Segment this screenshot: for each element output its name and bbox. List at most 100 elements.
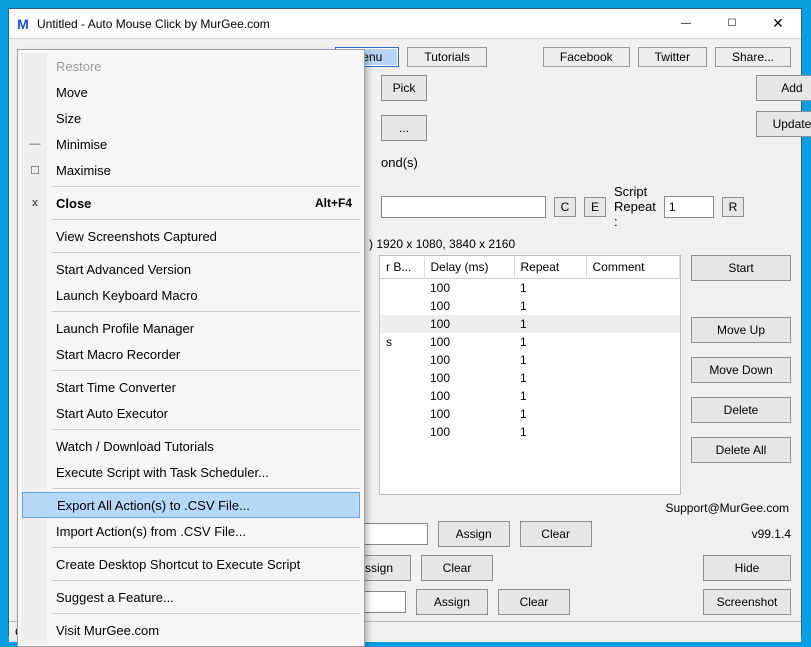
delete-button[interactable]: Delete [691,397,791,423]
table-cell: 100 [424,405,514,423]
hide-button[interactable]: Hide [703,555,791,581]
tab-tutorials[interactable]: Tutorials [407,47,487,67]
menu-item[interactable]: Watch / Download Tutorials [20,433,362,459]
table-row[interactable]: 1001 [380,279,680,298]
script-input[interactable] [381,196,546,218]
assign-button-3[interactable]: Assign [416,589,488,615]
menu-item-label: Execute Script with Task Scheduler... [56,465,269,480]
clear-button-2[interactable]: Clear [421,555,493,581]
table-cell [586,297,680,315]
e-button[interactable]: E [584,197,606,217]
table-cell: 1 [514,297,586,315]
tab-facebook[interactable]: Facebook [543,47,630,67]
column-header[interactable]: Delay (ms) [424,256,514,279]
side-buttons: Start Move Up Move Down Delete Delete Al… [691,255,791,495]
table-cell: 100 [424,333,514,351]
table-cell: 1 [514,315,586,333]
table-row[interactable]: 1001 [380,405,680,423]
system-context-menu[interactable]: RestoreMoveSize—Minimise☐MaximisexCloseA… [17,49,365,647]
menu-separator [52,613,360,614]
table-cell [586,333,680,351]
menu-item-label: Start Advanced Version [56,262,191,277]
move-down-button[interactable]: Move Down [691,357,791,383]
menu-item-hotkey: Alt+F4 [315,196,352,210]
menu-item[interactable]: Execute Script with Task Scheduler... [20,459,362,485]
table-cell [586,423,680,441]
column-header[interactable]: Comment [586,256,680,279]
table-cell: 100 [424,423,514,441]
menu-item[interactable]: Size [20,105,362,131]
menu-item[interactable]: —Minimise [20,131,362,157]
menu-item[interactable]: Start Advanced Version [20,256,362,282]
menu-item[interactable]: Suggest a Feature... [20,584,362,610]
table-cell: 1 [514,423,586,441]
menu-item[interactable]: Launch Profile Manager [20,315,362,341]
screenshot-button[interactable]: Screenshot [703,589,791,615]
table-cell: 1 [514,387,586,405]
menu-separator [52,547,360,548]
table-cell: 1 [514,369,586,387]
table-row[interactable]: 1001 [380,315,680,333]
menu-item[interactable]: Move [20,79,362,105]
assign-button-1[interactable]: Assign [438,521,510,547]
menu-item-label: Export All Action(s) to .CSV File... [57,498,250,513]
menu-item-label: Import Action(s) from .CSV File... [56,524,246,539]
maximize-button[interactable]: ☐ [709,9,755,39]
onds-label: ond(s) [381,155,418,170]
menu-item[interactable]: Import Action(s) from .CSV File... [20,518,362,544]
support-link[interactable]: Support@MurGee.com [665,501,789,515]
menu-item[interactable]: Create Desktop Shortcut to Execute Scrip… [20,551,362,577]
menu-item[interactable]: Start Macro Recorder [20,341,362,367]
menu-item-label: Create Desktop Shortcut to Execute Scrip… [56,557,300,572]
clear-button-1[interactable]: Clear [520,521,592,547]
r-button[interactable]: R [722,197,744,217]
menu-item[interactable]: Visit MurGee.com [20,617,362,643]
table-row[interactable]: 1001 [380,387,680,405]
delete-all-button[interactable]: Delete All [691,437,791,463]
actions-table[interactable]: r B...Delay (ms)RepeatComment 1001100110… [379,255,681,495]
menu-item[interactable]: Start Time Converter [20,374,362,400]
menu-item-icon: x [26,197,44,209]
minimize-button[interactable]: — [663,9,709,39]
menu-separator [52,252,360,253]
tab-share[interactable]: Share... [715,47,791,67]
ellipsis-button[interactable]: ... [381,115,427,141]
table-cell: 1 [514,351,586,369]
resolution-label: ) 1920 x 1080, 3840 x 2160 [369,237,791,251]
menu-item-label: Start Macro Recorder [56,347,180,362]
menu-item-label: Close [56,196,91,211]
column-header[interactable]: Repeat [514,256,586,279]
close-button[interactable]: ✕ [755,9,801,39]
add-button[interactable]: Add [756,75,811,101]
start-button[interactable]: Start [691,255,791,281]
menu-item[interactable]: x Close Alt+F4 [20,190,362,216]
tab-twitter[interactable]: Twitter [638,47,707,67]
table-row[interactable]: 1001 [380,351,680,369]
titlebar[interactable]: M Untitled - Auto Mouse Click by MurGee.… [9,9,801,39]
pick-button[interactable]: Pick [381,75,427,101]
column-header[interactable]: r B... [380,256,424,279]
table-cell: 1 [514,405,586,423]
menu-item-label: Watch / Download Tutorials [56,439,214,454]
table-row[interactable]: s1001 [380,333,680,351]
script-repeat-input[interactable] [664,196,714,218]
menu-item[interactable]: Export All Action(s) to .CSV File... [22,492,360,518]
table-row[interactable]: 1001 [380,369,680,387]
c-button[interactable]: C [554,197,576,217]
clear-button-3[interactable]: Clear [498,589,570,615]
update-button[interactable]: Update [756,111,811,137]
table-row[interactable]: 1001 [380,297,680,315]
window-title: Untitled - Auto Mouse Click by MurGee.co… [37,17,663,31]
menu-item[interactable]: Start Auto Executor [20,400,362,426]
menu-item-label: Start Time Converter [56,380,176,395]
table-cell [586,351,680,369]
move-up-button[interactable]: Move Up [691,317,791,343]
table-cell [380,369,424,387]
menu-item[interactable]: View Screenshots Captured [20,223,362,249]
table-cell: 100 [424,297,514,315]
menu-item[interactable]: ☐Maximise [20,157,362,183]
table-row[interactable]: 1001 [380,423,680,441]
table-cell: 1 [514,279,586,298]
window-controls: — ☐ ✕ [663,9,801,39]
menu-item[interactable]: Launch Keyboard Macro [20,282,362,308]
